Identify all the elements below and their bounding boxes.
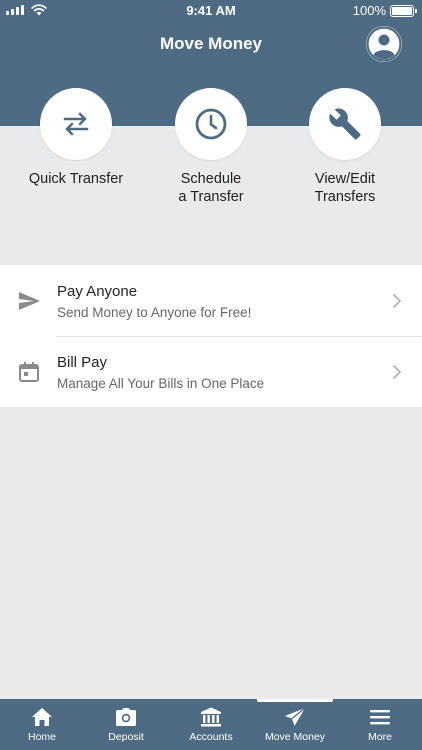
bill-pay-title: Bill Pay <box>57 354 108 371</box>
camera-icon <box>116 708 136 726</box>
quick-actions: Quick Transfer Schedule a Transfer View/… <box>0 88 422 218</box>
pay-anyone-subtitle: Send Money to Anyone for Free! <box>57 305 252 320</box>
swap-arrows-icon <box>63 112 89 136</box>
calendar-icon <box>19 362 39 382</box>
chevron-right-icon <box>393 294 401 308</box>
options-list: Pay Anyone Send Money to Anyone for Free… <box>0 265 422 407</box>
home-icon <box>32 708 52 726</box>
send-icon <box>19 292 40 310</box>
tab-home[interactable]: Home <box>0 699 84 750</box>
view-edit-transfers-circle <box>309 88 381 160</box>
profile-button[interactable] <box>366 26 402 62</box>
quick-transfer-label: Quick Transfer <box>28 171 124 187</box>
schedule-transfer-circle <box>175 88 247 160</box>
quick-transfer-button[interactable]: Quick Transfer <box>16 88 136 188</box>
tab-bar: Home Deposit Accounts Move Money More <box>0 699 422 750</box>
send-icon <box>285 707 306 726</box>
schedule-transfer-button[interactable]: Schedule a Transfer <box>151 88 271 206</box>
bill-pay-subtitle: Manage All Your Bills in One Place <box>57 376 265 391</box>
wrench-icon <box>329 108 361 140</box>
schedule-transfer-label: Schedule a Transfer <box>178 171 244 205</box>
tab-more[interactable]: More <box>338 699 422 750</box>
battery-icon <box>390 5 417 17</box>
tab-move-money-label: Move Money <box>264 731 326 743</box>
pay-anyone-title: Pay Anyone <box>57 283 138 300</box>
view-edit-transfers-label: View/Edit Transfers <box>314 171 376 205</box>
view-edit-transfers-button[interactable]: View/Edit Transfers <box>285 88 405 206</box>
tab-accounts-label: Accounts <box>189 731 233 743</box>
tab-more-label: More <box>368 731 392 743</box>
tab-accounts[interactable]: Accounts <box>169 699 253 750</box>
battery-percentage: 100% <box>352 3 386 18</box>
list-item-pay-anyone[interactable]: Pay Anyone Send Money to Anyone for Free… <box>0 265 422 336</box>
bank-icon <box>201 707 221 727</box>
quick-transfer-circle <box>40 88 112 160</box>
status-bar: 9:41 AM 100% <box>0 0 422 22</box>
tab-home-label: Home <box>27 731 56 743</box>
tab-move-money[interactable]: Move Money <box>253 699 337 750</box>
list-item-bill-pay[interactable]: Bill Pay Manage All Your Bills in One Pl… <box>0 336 422 407</box>
clock-icon <box>195 108 227 140</box>
user-icon <box>366 26 402 62</box>
chevron-right-icon <box>393 365 401 379</box>
tab-deposit-label: Deposit <box>108 731 144 743</box>
tab-deposit[interactable]: Deposit <box>84 699 168 750</box>
menu-icon <box>370 710 390 725</box>
page-title: Move Money <box>159 34 263 53</box>
